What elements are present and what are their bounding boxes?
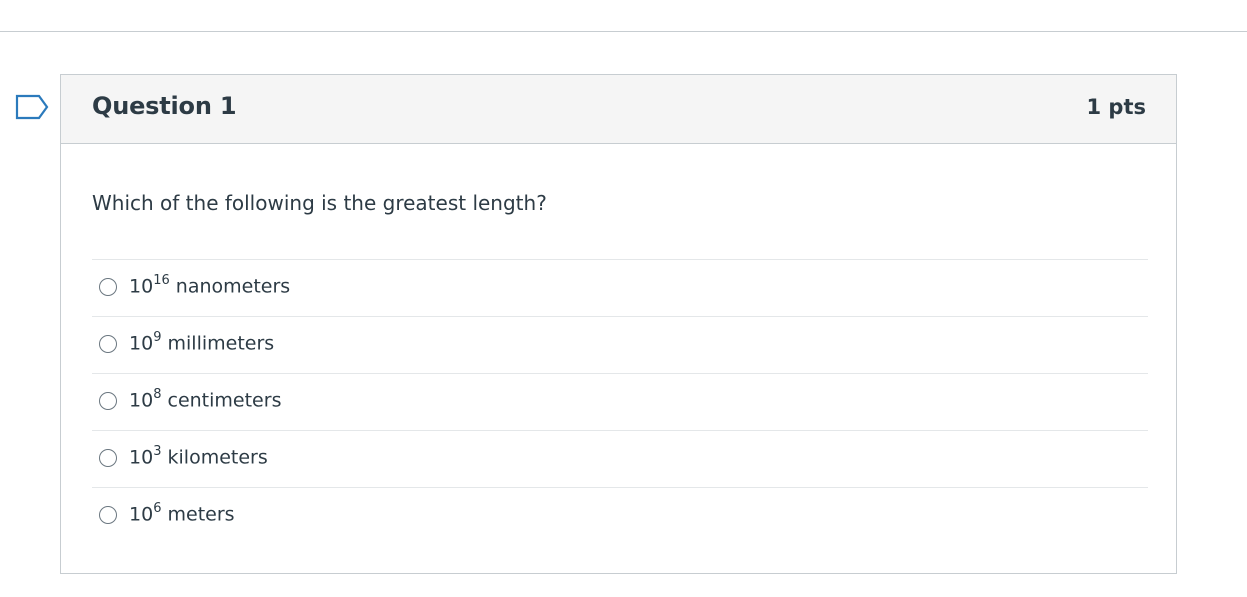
answer-label[interactable]: 109 millimeters xyxy=(129,330,274,354)
answer-option[interactable]: 106 meters xyxy=(92,487,1148,544)
flag-question-icon[interactable] xyxy=(15,94,49,120)
radio-button[interactable] xyxy=(99,506,117,524)
answer-option[interactable]: 108 centimeters xyxy=(92,373,1148,430)
radio-button[interactable] xyxy=(99,335,117,353)
answer-label[interactable]: 106 meters xyxy=(129,501,235,525)
answer-label[interactable]: 103 kilometers xyxy=(129,444,268,468)
answer-list: 1016 nanometers 109 millimeters 108 cent… xyxy=(92,259,1148,544)
question-points: 1 pts xyxy=(1086,95,1147,119)
answer-option[interactable]: 103 kilometers xyxy=(92,430,1148,487)
question-title: Question 1 xyxy=(92,92,237,120)
answer-option[interactable]: 109 millimeters xyxy=(92,316,1148,373)
answer-label[interactable]: 108 centimeters xyxy=(129,387,281,411)
question-text: Which of the following is the greatest l… xyxy=(92,191,547,215)
radio-button[interactable] xyxy=(99,278,117,296)
radio-button[interactable] xyxy=(99,449,117,467)
top-divider xyxy=(0,31,1247,32)
answer-option[interactable]: 1016 nanometers xyxy=(92,259,1148,316)
answer-label[interactable]: 1016 nanometers xyxy=(129,273,290,297)
question-header: Question 1 1 pts xyxy=(61,75,1176,144)
radio-button[interactable] xyxy=(99,392,117,410)
question-card: Question 1 1 pts Which of the following … xyxy=(60,74,1177,574)
